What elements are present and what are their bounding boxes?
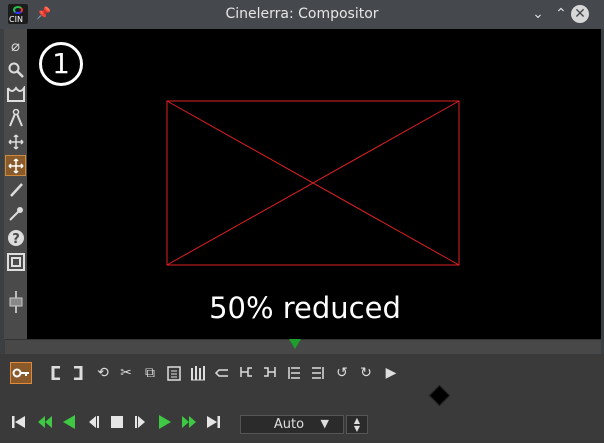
zoom-select[interactable]: Auto ▼ [240,415,344,434]
close-button[interactable]: ✕ [571,5,589,23]
next-edit-button[interactable] [307,362,329,384]
keyframe-lock-button[interactable] [10,362,32,384]
camera-icon[interactable] [5,131,26,152]
loop-button[interactable]: ⟲ [92,362,114,384]
paste-button[interactable] [163,362,185,384]
slider-icon[interactable] [5,290,26,313]
title-bar: CIN 📌 Cinelerra: Compositor ⌄ ⌃ ✕ [0,0,604,29]
prev-label-button[interactable] [235,362,257,384]
playhead-marker[interactable] [289,339,301,349]
splice-button[interactable] [187,362,209,384]
minimize-button[interactable]: ⌄ [528,4,548,24]
frame-back-button[interactable] [84,413,102,431]
projector-icon[interactable] [5,155,26,176]
rewind-button[interactable] [10,413,28,431]
copy-button[interactable]: ⧉ [139,362,161,384]
label-button[interactable] [211,362,233,384]
protect-video-icon[interactable]: ⌀ [5,35,26,56]
canvas-caption: 50% reduced [209,291,401,325]
out-point-button[interactable] [67,362,89,384]
zoom-spinner[interactable]: ▲ ▼ [346,415,368,434]
zoom-icon[interactable] [5,59,26,80]
timeline-slider[interactable] [5,339,601,354]
spin-down-icon[interactable]: ▼ [347,425,367,433]
eyedropper-icon[interactable] [5,203,26,224]
safe-region-icon[interactable] [5,251,26,272]
reverse-play-button[interactable] [60,413,78,431]
stop-button[interactable] [108,413,126,431]
control-panel: ⟲ ✂ ⧉ ↺ ↻ ▶ Auto ▼ ▲ ▼ [0,354,604,443]
crop-icon[interactable] [5,179,26,200]
ruler-icon[interactable] [5,107,26,128]
in-point-button[interactable] [45,362,67,384]
cut-button[interactable]: ✂ [115,362,137,384]
play-button[interactable] [156,413,174,431]
undo-button[interactable]: ↺ [331,362,353,384]
more-button[interactable]: ▶ [380,362,402,384]
next-label-button[interactable] [259,362,281,384]
mask-icon[interactable] [5,83,26,104]
redo-button[interactable]: ↻ [355,362,377,384]
frame-forward-button[interactable] [132,413,150,431]
chevron-down-icon: ▼ [320,417,329,430]
window-title: Cinelerra: Compositor [225,6,379,22]
compositor-toolbar: ⌀ ? [4,29,27,339]
prev-edit-button[interactable] [283,362,305,384]
compositor-canvas[interactable]: 1 50% reduced [27,29,601,339]
keyframe-diamond-icon[interactable] [428,384,451,407]
end-button[interactable] [204,413,222,431]
fast-forward-button[interactable] [180,413,198,431]
maximize-button[interactable]: ⌃ [551,4,571,24]
help-icon[interactable]: ? [5,227,26,248]
fast-reverse-button[interactable] [36,413,54,431]
svg-text:?: ? [12,232,20,247]
